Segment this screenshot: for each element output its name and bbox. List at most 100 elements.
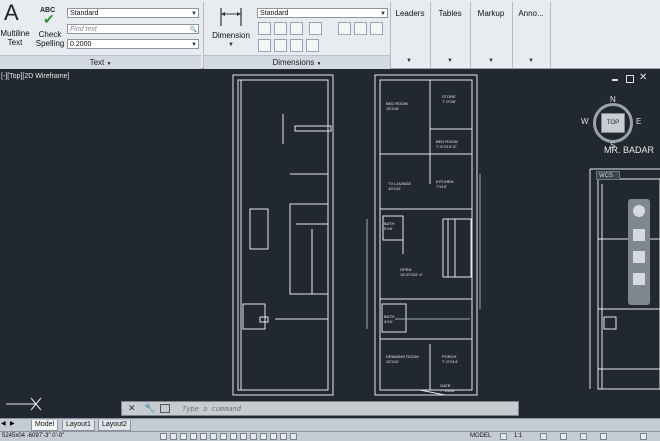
steering-wheel-icon[interactable] bbox=[633, 205, 645, 217]
3d-osnap-icon[interactable] bbox=[220, 433, 227, 440]
polar-tracking-icon[interactable] bbox=[200, 433, 207, 440]
chevron-down-icon[interactable]: ▼ bbox=[447, 58, 453, 64]
markup-panel-title[interactable]: Markup bbox=[471, 9, 511, 18]
dimension-label: Dimension bbox=[212, 31, 250, 40]
tab-model[interactable]: Model bbox=[31, 420, 59, 431]
dim-baseline-icon[interactable] bbox=[290, 22, 303, 35]
tab-layout1[interactable]: Layout1 bbox=[62, 420, 95, 431]
room-label: KITCHEN 7'X10' bbox=[436, 179, 454, 189]
dim-reassociate-icon[interactable] bbox=[306, 39, 319, 52]
compass-e[interactable]: E bbox=[636, 117, 641, 126]
dim-update-icon[interactable] bbox=[338, 22, 351, 35]
room-label: GATE 7' WIDE bbox=[440, 383, 455, 393]
chevron-down-icon[interactable]: ▼ bbox=[406, 58, 412, 64]
check-spelling-label: Check Spelling bbox=[35, 30, 65, 48]
workspace-switch-icon[interactable] bbox=[540, 433, 547, 440]
text-panel-title[interactable]: Text ▼ bbox=[0, 55, 201, 69]
lineweight-icon[interactable] bbox=[260, 433, 267, 440]
room-label: BED ROOM 7'-6"X10'-3" bbox=[436, 139, 458, 149]
room-label: STORE 7'-0"X8' bbox=[442, 94, 456, 104]
zoom-icon[interactable] bbox=[633, 251, 645, 263]
next-tab-arrow[interactable]: ▶ bbox=[10, 420, 15, 427]
room-label: BATH 4'X4' bbox=[384, 314, 395, 324]
dim-text-angle-icon[interactable] bbox=[274, 39, 287, 52]
drawing-canvas[interactable]: BED ROOM 15'X16' STORE 7'-0"X8' BED ROOM… bbox=[0, 69, 660, 418]
dim-override-icon[interactable] bbox=[290, 39, 303, 52]
viewport-label[interactable]: [-][Top][2D Wireframe] bbox=[1, 73, 69, 80]
panel-divider bbox=[550, 2, 551, 68]
letter-a-icon: A bbox=[4, 0, 19, 25]
dim-inspect-icon[interactable] bbox=[354, 22, 367, 35]
multiline-text-button[interactable]: A Multiline Text bbox=[0, 2, 30, 52]
room-label: BATH 5'X8' bbox=[384, 221, 395, 231]
compass-w[interactable]: W bbox=[581, 117, 589, 126]
dynamic-ucs-icon[interactable] bbox=[240, 433, 247, 440]
grid-display-icon[interactable] bbox=[180, 433, 187, 440]
clean-screen-icon[interactable] bbox=[640, 433, 647, 440]
dim-oblique-icon[interactable] bbox=[258, 39, 271, 52]
object-snap-icon[interactable] bbox=[210, 433, 217, 440]
infer-constraints-icon[interactable] bbox=[160, 433, 167, 440]
chevron-down-icon: ▼ bbox=[380, 11, 386, 17]
room-label: BED ROOM 15'X16' bbox=[386, 101, 408, 111]
isolate-objects-icon[interactable] bbox=[580, 433, 587, 440]
close-icon[interactable]: ✕ bbox=[639, 72, 647, 83]
dim-jog-icon[interactable] bbox=[370, 22, 383, 35]
hardware-acceleration-icon[interactable] bbox=[600, 433, 607, 440]
room-label: DRAWING ROOM 10'X12' bbox=[386, 354, 419, 364]
text-style-combo[interactable]: Standard ▼ bbox=[67, 8, 199, 18]
object-snap-tracking-icon[interactable] bbox=[230, 433, 237, 440]
chevron-down-icon[interactable]: ▼ bbox=[528, 58, 534, 64]
dimension-button[interactable]: Dimension ▼ bbox=[208, 2, 254, 52]
ortho-mode-icon[interactable] bbox=[190, 433, 197, 440]
prev-tab-arrow[interactable]: ◀ bbox=[1, 420, 6, 427]
dimension-style-combo[interactable]: Standard ▼ bbox=[257, 8, 388, 18]
room-label: OPEN 15'-6"X22'-4" bbox=[400, 267, 424, 277]
dynamic-input-icon[interactable] bbox=[250, 433, 257, 440]
ribbon: A Multiline Text ABC ✔ Check Spelling St… bbox=[0, 0, 660, 69]
check-spelling-button[interactable]: ABC ✔ Check Spelling bbox=[34, 3, 66, 53]
chevron-down-icon: ▼ bbox=[191, 11, 197, 17]
leaders-panel-title[interactable]: Leaders bbox=[391, 9, 429, 18]
dim-break-icon[interactable] bbox=[258, 22, 271, 35]
room-label: PORCH 7'-0"X14' bbox=[442, 354, 458, 364]
selection-cycling-icon[interactable] bbox=[290, 433, 297, 440]
room-label: TV LOUNGE 10'X12' bbox=[388, 181, 412, 191]
pan-icon[interactable] bbox=[633, 229, 645, 241]
snap-mode-icon[interactable] bbox=[170, 433, 177, 440]
annotate-panel-title[interactable]: Anno... bbox=[513, 9, 549, 18]
command-input[interactable]: Type a command bbox=[182, 404, 515, 414]
restore-icon[interactable] bbox=[626, 75, 634, 83]
dim-space-icon[interactable] bbox=[309, 22, 322, 35]
compass-n[interactable]: N bbox=[610, 95, 616, 104]
chevron-down-icon: ▼ bbox=[191, 42, 197, 48]
tab-layout2[interactable]: Layout2 bbox=[98, 420, 131, 431]
layout-tabs-bar: ◀ ▶ Model Layout1 Layout2 bbox=[0, 418, 660, 431]
ucs-icon bbox=[6, 397, 42, 411]
find-icon: 🔍 bbox=[189, 27, 197, 33]
dimensions-panel-title[interactable]: Dimensions ▼ bbox=[204, 55, 390, 69]
chevron-down-icon: ▼ bbox=[106, 61, 112, 67]
quick-properties-icon[interactable] bbox=[280, 433, 287, 440]
minimize-icon[interactable] bbox=[612, 79, 618, 81]
orbit-icon[interactable] bbox=[633, 273, 645, 285]
wrench-icon[interactable]: 🔧 bbox=[144, 403, 155, 414]
close-icon[interactable]: ✕ bbox=[128, 403, 136, 414]
command-history-icon[interactable] bbox=[160, 404, 170, 413]
wcs-menu[interactable]: WCS bbox=[596, 171, 620, 180]
check-icon: ✔ bbox=[43, 11, 55, 27]
tables-panel-title[interactable]: Tables bbox=[431, 9, 469, 18]
transparency-icon[interactable] bbox=[270, 433, 277, 440]
dim-continue-icon[interactable] bbox=[274, 22, 287, 35]
command-line: ✕ 🔧 Type a command bbox=[121, 401, 519, 416]
chevron-down-icon[interactable]: ▼ bbox=[488, 58, 494, 64]
find-text-input[interactable]: Find text 🔍 bbox=[67, 24, 199, 34]
chevron-down-icon: ▼ bbox=[316, 61, 322, 67]
linear-dimension-icon bbox=[220, 8, 242, 26]
multiline-text-label: Multiline Text bbox=[0, 29, 30, 47]
navigation-bar bbox=[628, 199, 650, 305]
annotation-visibility-icon[interactable] bbox=[500, 433, 507, 440]
text-height-combo[interactable]: 0.2000 ▼ bbox=[67, 39, 199, 49]
viewcube-top-face[interactable]: TOP bbox=[601, 113, 625, 133]
lock-icon[interactable] bbox=[560, 433, 567, 440]
